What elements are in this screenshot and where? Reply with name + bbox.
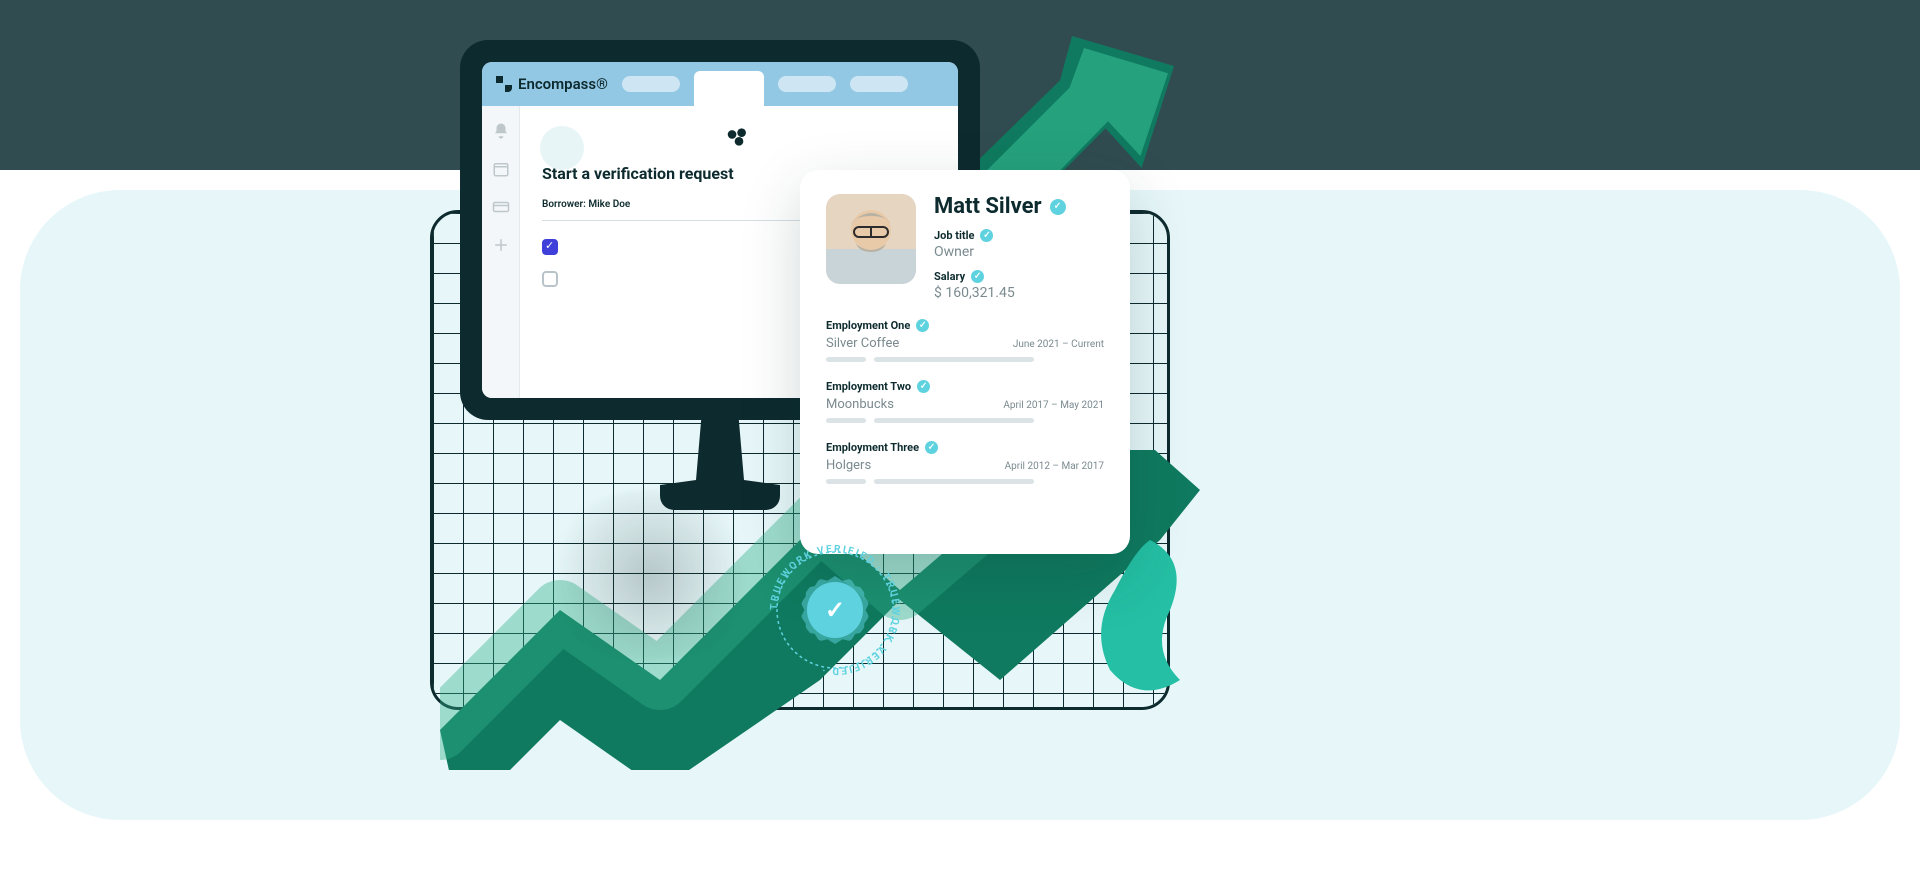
nav-tab[interactable] [622, 76, 680, 92]
employment-dates: April 2017 – May 2021 [1003, 400, 1104, 411]
employment-block: Employment Three Holgers April 2012 – Ma… [826, 441, 1104, 484]
salary-label: Salary [934, 270, 965, 283]
profile-info: Matt Silver Job title Owner Salary $ 160… [934, 194, 1066, 301]
job-title-label: Job title [934, 229, 974, 242]
placeholder-bars [826, 357, 1104, 362]
employment-company: Silver Coffee [826, 336, 899, 351]
checkbox-checked[interactable] [542, 239, 558, 255]
verified-seal-icon: ✓ [807, 582, 863, 638]
employment-company: Holgers [826, 458, 871, 473]
monitor-stand [660, 410, 780, 510]
borrower-label: Borrower: [542, 199, 586, 210]
salary-value: $ 160,321.45 [934, 285, 1066, 301]
brand: Encompass® [496, 75, 608, 93]
checkbox-unchecked[interactable] [542, 271, 558, 287]
verified-badge-icon [917, 380, 930, 393]
profile-name: Matt Silver [934, 194, 1042, 219]
borrower-name: Mike Doe [588, 199, 630, 210]
employment-label: Employment One [826, 319, 910, 332]
job-title-value: Owner [934, 244, 1066, 260]
card-icon[interactable] [492, 198, 510, 216]
nav-tab[interactable] [778, 76, 836, 92]
employment-dates: June 2021 – Current [1013, 339, 1104, 350]
truework-logo-icon [726, 124, 752, 150]
app-header: Encompass® [482, 62, 958, 106]
verified-stamp: TRUEWORK VERIFIED · TRUEWORK VERIFIED · … [760, 535, 910, 685]
plus-icon[interactable] [492, 236, 510, 254]
sidebar [482, 106, 520, 398]
placeholder-bars [826, 479, 1104, 484]
avatar [826, 194, 916, 284]
placeholder-bars [826, 418, 1104, 423]
brand-logo-icon [496, 76, 512, 92]
verified-badge-icon [1050, 199, 1066, 215]
employment-company: Moonbucks [826, 397, 894, 412]
bell-icon[interactable] [492, 122, 510, 140]
nav-tab-active[interactable] [694, 71, 764, 107]
decorative-blob [1090, 530, 1190, 700]
verified-badge-icon [916, 319, 929, 332]
employment-label: Employment Two [826, 380, 911, 393]
verified-badge-icon [971, 270, 984, 283]
nav-tab[interactable] [850, 76, 908, 92]
calendar-icon[interactable] [492, 160, 510, 178]
employment-dates: April 2012 – Mar 2017 [1005, 461, 1104, 472]
employment-label: Employment Three [826, 441, 919, 454]
employment-block: Employment One Silver Coffee June 2021 –… [826, 319, 1104, 362]
verified-badge-icon [925, 441, 938, 454]
profile-card: Matt Silver Job title Owner Salary $ 160… [800, 170, 1130, 554]
profile-header: Matt Silver Job title Owner Salary $ 160… [826, 194, 1104, 301]
brand-name: Encompass® [518, 75, 608, 93]
decorative-circle [540, 126, 584, 170]
employment-block: Employment Two Moonbucks April 2017 – Ma… [826, 380, 1104, 423]
verified-badge-icon [980, 229, 993, 242]
